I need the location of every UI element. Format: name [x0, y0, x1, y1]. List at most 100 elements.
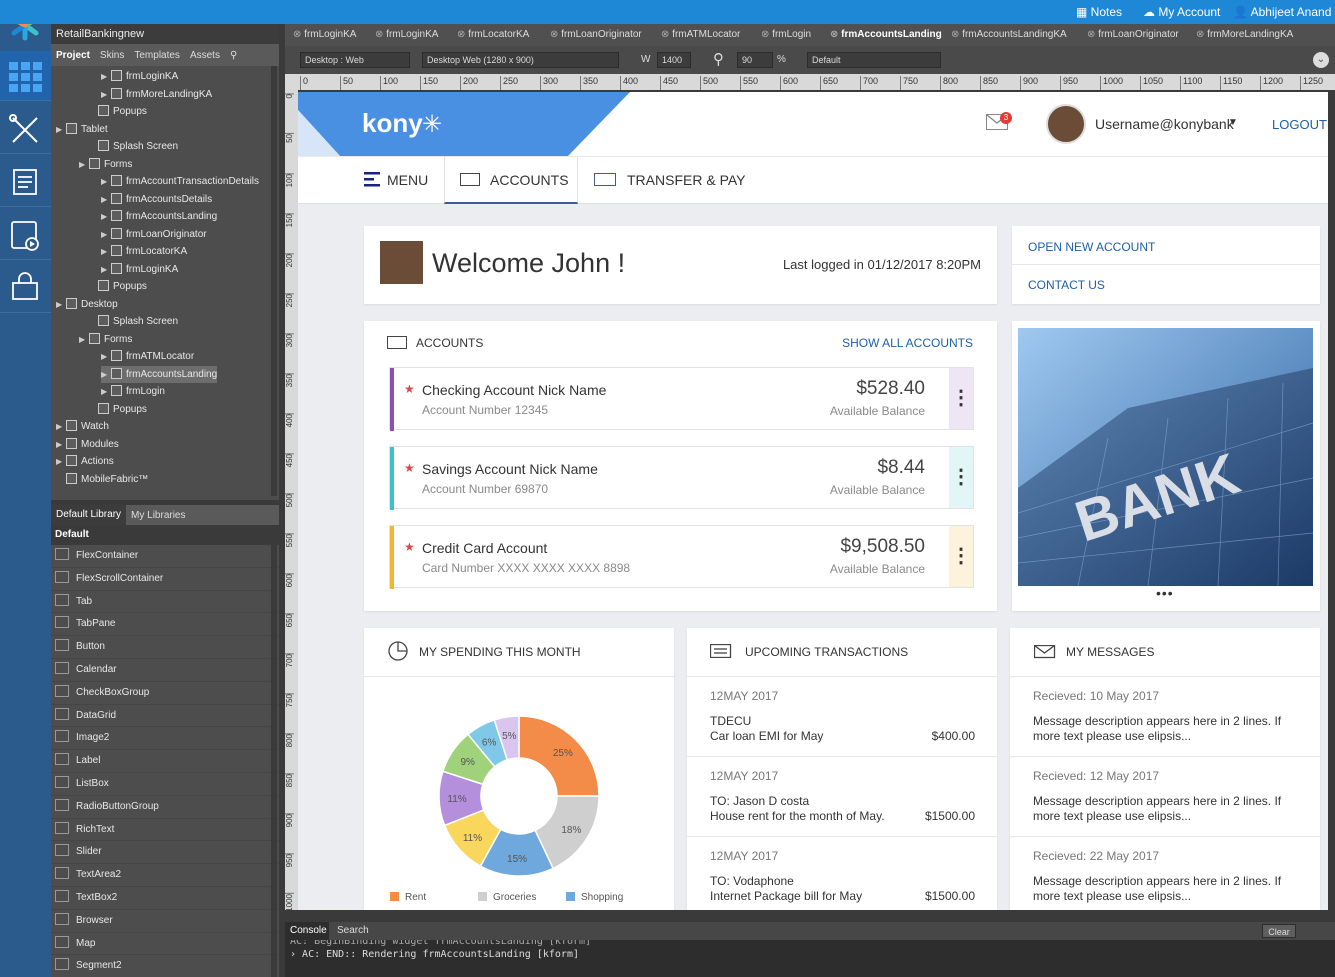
- resolution-select[interactable]: Desktop Web (1280 x 900): [422, 52, 619, 68]
- library-widget-item[interactable]: Label: [51, 750, 279, 773]
- expand-arrow-icon[interactable]: ▶: [79, 156, 89, 173]
- star-icon[interactable]: ★: [404, 382, 415, 396]
- close-icon[interactable]: ⊗: [761, 29, 772, 40]
- tree-node[interactable]: ▶ Forms: [79, 156, 132, 173]
- tree-node[interactable]: Popups: [88, 401, 147, 418]
- library-widget-item[interactable]: Button: [51, 636, 279, 659]
- form-tab[interactable]: ⊗ frmLoanOriginator: [550, 24, 642, 46]
- carousel-dots[interactable]: •••: [1156, 585, 1174, 601]
- library-widget-item[interactable]: Image2: [51, 727, 279, 751]
- tree-node[interactable]: ▶ frmLoanOriginator: [101, 226, 207, 243]
- message-item[interactable]: Recieved: 22 May 2017 Message description…: [1010, 837, 1320, 910]
- tree-node[interactable]: ▶ Modules: [56, 436, 119, 453]
- tree-node[interactable]: ▶ frmAccountTransactionDetails: [101, 173, 259, 190]
- tree-node[interactable]: ▶ frmAccountsDetails: [101, 191, 212, 208]
- library-widget-item[interactable]: Tab: [51, 591, 279, 614]
- notes-link[interactable]: ▦ Notes: [1076, 0, 1122, 24]
- library-widget-item[interactable]: RichText: [51, 819, 279, 842]
- tree-node[interactable]: Popups: [88, 278, 147, 295]
- close-icon[interactable]: ⊗: [550, 29, 561, 40]
- bank-promo-image[interactable]: BANK: [1018, 328, 1313, 586]
- rail-projects-button[interactable]: [0, 51, 51, 101]
- tree-node[interactable]: ▶ Tablet: [56, 121, 108, 138]
- tree-node[interactable]: ▶ Desktop: [56, 296, 118, 313]
- tab-default-library[interactable]: Default Library: [51, 505, 127, 525]
- library-widget-item[interactable]: TabPane: [51, 613, 279, 637]
- platform-select[interactable]: Desktop : Web: [300, 52, 410, 68]
- library-widget-item[interactable]: ListBox: [51, 773, 279, 796]
- star-icon[interactable]: ★: [404, 540, 415, 554]
- more-options-icon[interactable]: ⋮: [949, 447, 973, 508]
- tree-node[interactable]: ▶ frmLoginKA: [101, 68, 178, 85]
- rail-tools-button[interactable]: [0, 104, 51, 154]
- rail-notes-button[interactable]: [0, 157, 51, 207]
- tree-node[interactable]: Splash Screen: [88, 138, 178, 155]
- transaction-item[interactable]: 12MAY 2017 TO: Jason D costa House rent fo…: [687, 757, 997, 837]
- tab-assets[interactable]: Assets: [185, 50, 225, 61]
- rail-marketplace-button[interactable]: [0, 263, 51, 313]
- form-tab[interactable]: ⊗ frmAccountsLanding: [830, 24, 942, 46]
- tab-search[interactable]: Search: [337, 922, 369, 940]
- chevron-down-icon[interactable]: ▼: [1228, 117, 1238, 128]
- expand-arrow-icon[interactable]: ▶: [56, 296, 66, 313]
- transaction-item[interactable]: 12MAY 2017 TDECU Car loan EMI for May $400.…: [687, 677, 997, 757]
- close-icon[interactable]: ⊗: [951, 29, 962, 40]
- expand-arrow-icon[interactable]: ▶: [101, 86, 111, 103]
- expand-arrow-icon[interactable]: ▶: [56, 453, 66, 470]
- close-icon[interactable]: ⊗: [830, 29, 841, 40]
- width-input[interactable]: 1400: [657, 52, 691, 68]
- tree-node[interactable]: Popups: [88, 103, 147, 120]
- library-widget-item[interactable]: Calendar: [51, 659, 279, 682]
- library-widget-item[interactable]: Browser: [51, 910, 279, 933]
- library-widget-item[interactable]: FlexScrollContainer: [51, 568, 279, 591]
- close-icon[interactable]: ⊗: [1196, 29, 1207, 40]
- zoom-input[interactable]: 90: [737, 52, 773, 68]
- account-row[interactable]: ★ Checking Account Nick Name Account Numbe…: [389, 367, 974, 431]
- close-icon[interactable]: ⊗: [1087, 29, 1098, 40]
- account-row[interactable]: ★ Credit Card Account Card Number XXXX XXX…: [389, 525, 974, 589]
- close-icon[interactable]: ⊗: [661, 29, 672, 40]
- tab-my-libraries[interactable]: My Libraries: [126, 510, 190, 521]
- library-widget-item[interactable]: DataGrid: [51, 705, 279, 728]
- tree-node[interactable]: ▶ frmLogin: [101, 383, 165, 400]
- close-icon[interactable]: ⊗: [457, 29, 468, 40]
- tree-node[interactable]: ▶ frmLoginKA: [101, 261, 178, 278]
- star-icon[interactable]: ★: [404, 461, 415, 475]
- open-new-account-link[interactable]: OPEN NEW ACCOUNT: [1028, 240, 1155, 254]
- search-icon[interactable]: ⚲: [225, 50, 242, 61]
- form-tab[interactable]: ⊗ frmLoginKA: [375, 24, 438, 46]
- form-tab[interactable]: ⊗ frmLocatorKA: [457, 24, 529, 46]
- tree-node[interactable]: ▶ frmATMLocator: [101, 348, 194, 365]
- tab-console[interactable]: Console: [285, 922, 329, 940]
- expand-arrow-icon[interactable]: ▶: [101, 383, 111, 400]
- form-tab[interactable]: ⊗ frmAccountsLandingKA: [951, 24, 1067, 46]
- tree-node[interactable]: ▶ Watch: [56, 418, 109, 435]
- tree-node[interactable]: ▶ frmMoreLandingKA: [101, 86, 212, 103]
- library-widget-item[interactable]: Slider: [51, 841, 279, 865]
- contact-us-link[interactable]: CONTACT US: [1028, 278, 1105, 292]
- expand-arrow-icon[interactable]: ▶: [101, 366, 111, 383]
- tree-node[interactable]: ▶ frmAccountsLanding: [101, 208, 217, 225]
- library-widget-item[interactable]: TextArea2: [51, 864, 279, 887]
- theme-select[interactable]: Default: [807, 52, 941, 68]
- expand-arrow-icon[interactable]: ▶: [101, 208, 111, 225]
- library-widget-item[interactable]: TextBox2: [51, 887, 279, 910]
- user-menu[interactable]: 👤 Abhijeet Anand: [1233, 0, 1331, 24]
- expand-arrow-icon[interactable]: ▶: [56, 418, 66, 435]
- library-widget-item[interactable]: CheckBoxGroup: [51, 682, 279, 705]
- form-tab[interactable]: ⊗ frmATMLocator: [661, 24, 740, 46]
- my-account-link[interactable]: ☁ My Account: [1143, 0, 1220, 24]
- username-label[interactable]: Username@konybank: [1095, 116, 1234, 132]
- tab-skins[interactable]: Skins: [95, 50, 129, 61]
- collapse-icon[interactable]: ⌄: [1313, 52, 1329, 68]
- expand-arrow-icon[interactable]: ▶: [56, 121, 66, 138]
- close-icon[interactable]: ⊗: [375, 29, 386, 40]
- library-scrollbar[interactable]: [271, 545, 277, 977]
- tree-node[interactable]: ▶ Actions: [56, 453, 114, 470]
- logout-link[interactable]: LOGOUT: [1272, 117, 1327, 132]
- expand-arrow-icon[interactable]: ▶: [101, 191, 111, 208]
- transaction-item[interactable]: 12MAY 2017 TO: Vodaphone Internet Package …: [687, 837, 997, 910]
- more-options-icon[interactable]: ⋮: [949, 526, 973, 587]
- clear-button[interactable]: Clear: [1262, 924, 1296, 938]
- expand-arrow-icon[interactable]: ▶: [79, 331, 89, 348]
